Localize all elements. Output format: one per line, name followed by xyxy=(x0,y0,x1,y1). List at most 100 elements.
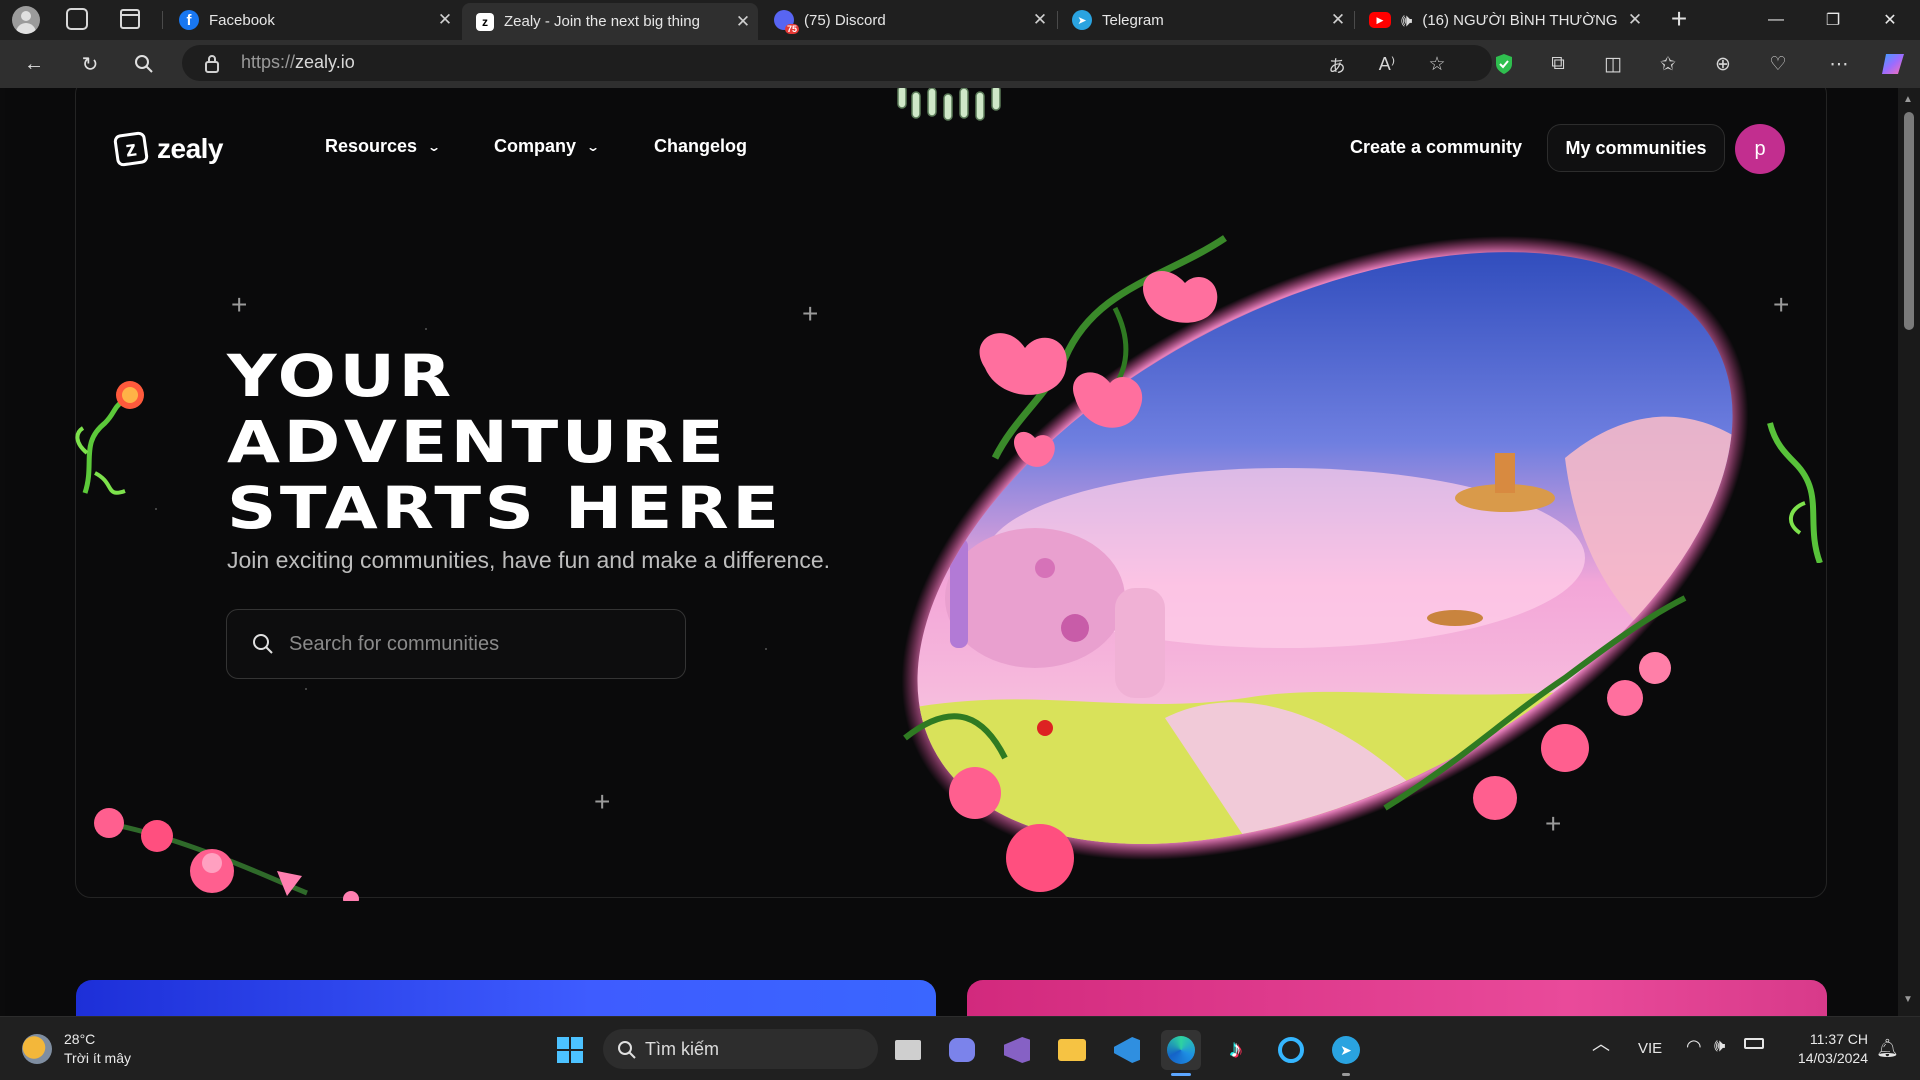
tray-chevron-icon[interactable]: ︿ xyxy=(1592,1030,1610,1056)
tab-title: Telegram xyxy=(1102,11,1164,29)
nav-changelog-label: Changelog xyxy=(654,136,747,156)
taskbar-search[interactable]: Tìm kiếm xyxy=(603,1029,878,1069)
tab-youtube[interactable]: ▶ 🕪 (16) NGƯỜI BÌNH THƯỜNG ✕ xyxy=(1355,0,1650,40)
user-avatar[interactable]: p xyxy=(1735,124,1785,174)
refresh-icon[interactable]: ↻ xyxy=(74,48,106,80)
tab-zealy[interactable]: z Zealy - Join the next big thing ✕ xyxy=(462,3,758,40)
browser-tab-bar: f Facebook ✕ z Zealy - Join the next big… xyxy=(0,0,1920,40)
tab-title: Facebook xyxy=(209,11,275,29)
windows-start-icon[interactable] xyxy=(550,1030,590,1070)
nav-changelog[interactable]: Changelog xyxy=(654,136,747,157)
hanging-leaves-decoration xyxy=(897,88,1001,121)
lock-icon[interactable] xyxy=(204,54,220,79)
close-tab-icon[interactable]: ✕ xyxy=(1620,10,1650,30)
favorite-star-icon[interactable]: ☆ xyxy=(1421,48,1453,80)
close-tab-icon[interactable]: ✕ xyxy=(1025,10,1055,30)
url-host: zealy.io xyxy=(295,52,355,72)
zealy-icon: z xyxy=(476,12,494,31)
close-tab-icon[interactable]: ✕ xyxy=(728,12,758,32)
tab-actions-icon[interactable] xyxy=(120,9,140,29)
close-tab-icon[interactable]: ✕ xyxy=(1323,10,1353,30)
chevron-down-icon: ⌄ xyxy=(427,139,442,154)
tab-facebook[interactable]: f Facebook ✕ xyxy=(165,0,460,40)
sparkle-decoration: + xyxy=(231,289,248,320)
vine-decoration-left xyxy=(75,381,144,495)
search-icon xyxy=(253,634,273,654)
scroll-down-icon[interactable]: ▼ xyxy=(1903,994,1913,1005)
wifi-icon[interactable]: ◠ xyxy=(1686,1036,1702,1057)
tab-title: (75) Discord xyxy=(804,11,886,29)
favorites-list-icon[interactable]: ✩ xyxy=(1652,48,1684,80)
chat-app-icon[interactable] xyxy=(942,1030,982,1070)
running-app-indicator xyxy=(1342,1073,1350,1076)
flowers-decoration-bottom-left xyxy=(94,808,359,901)
webpage-viewport: + + + + + z zealy Resources ⌄ Company ⌄ … xyxy=(5,88,1898,1016)
tab-telegram[interactable]: ➤ Telegram ✕ xyxy=(1058,0,1353,40)
battery-icon[interactable] xyxy=(1744,1038,1764,1049)
restore-icon[interactable]: ❐ xyxy=(1805,0,1861,40)
close-window-icon[interactable]: ✕ xyxy=(1862,0,1918,40)
file-explorer-icon[interactable] xyxy=(1052,1030,1092,1070)
collections-icon[interactable]: ⊕ xyxy=(1707,48,1739,80)
feature-card-pink[interactable] xyxy=(967,980,1827,1016)
logo-text: zealy xyxy=(157,133,224,164)
shield-extension-icon[interactable] xyxy=(1488,48,1520,80)
community-search-box[interactable] xyxy=(226,609,686,679)
weather-widget[interactable]: 28°C Trời ít mây xyxy=(22,1030,131,1068)
tiktok-icon[interactable]: ♪ xyxy=(1216,1030,1256,1070)
weather-temperature: 28°C xyxy=(64,1031,96,1047)
active-app-indicator xyxy=(1171,1073,1191,1076)
chevron-down-icon: ⌄ xyxy=(586,139,601,154)
search-input[interactable] xyxy=(289,610,669,678)
url-text[interactable]: https://zealy.io xyxy=(241,52,355,73)
notification-bell-icon[interactable]: 🔔︎ xyxy=(1876,1038,1899,1059)
audio-playing-icon[interactable]: 🕪 xyxy=(1401,10,1412,31)
youtube-icon: ▶ xyxy=(1369,12,1391,28)
edge-browser-icon[interactable] xyxy=(1161,1030,1201,1070)
input-language[interactable]: VIE xyxy=(1638,1040,1662,1057)
facebook-icon: f xyxy=(179,10,199,30)
nav-company[interactable]: Company ⌄ xyxy=(494,136,601,157)
sparkle-decoration: + xyxy=(802,298,819,329)
feature-card-blue[interactable] xyxy=(76,980,936,1016)
back-icon[interactable]: ← xyxy=(18,48,50,80)
task-view-icon[interactable] xyxy=(888,1030,928,1070)
translate-icon[interactable]: あ xyxy=(1321,48,1353,80)
vscode-icon[interactable] xyxy=(1107,1030,1147,1070)
telegram-icon: ➤ xyxy=(1072,10,1092,30)
telegram-icon[interactable]: ➤ xyxy=(1326,1030,1366,1070)
visual-studio-icon[interactable] xyxy=(997,1030,1037,1070)
notification-badge: 75 xyxy=(784,24,799,34)
nav-resources-label: Resources xyxy=(325,136,418,156)
split-screen-icon[interactable]: ◫ xyxy=(1597,48,1629,80)
extensions-icon[interactable]: ⧉ xyxy=(1542,48,1574,80)
close-tab-icon[interactable]: ✕ xyxy=(430,10,460,30)
read-aloud-icon[interactable]: A⁾ xyxy=(1371,48,1403,80)
browser-essentials-icon[interactable]: ♡ xyxy=(1762,48,1794,80)
minimize-icon[interactable]: — xyxy=(1748,0,1804,40)
copilot-icon[interactable] xyxy=(1877,48,1909,80)
url-scheme: https:// xyxy=(241,52,296,72)
nav-resources[interactable]: Resources ⌄ xyxy=(325,136,442,157)
hero-subtitle: Join exciting communities, have fun and … xyxy=(227,547,831,573)
tab-discord[interactable]: 75 (75) Discord ✕ xyxy=(760,0,1055,40)
create-community-link[interactable]: Create a community xyxy=(1350,137,1522,158)
zealy-logo[interactable]: z zealy xyxy=(112,130,224,168)
address-bar[interactable] xyxy=(182,45,1492,81)
scrollbar-thumb[interactable] xyxy=(1904,112,1914,330)
search-icon xyxy=(618,1041,636,1059)
nav-company-label: Company xyxy=(494,136,577,156)
new-tab-icon[interactable]: + xyxy=(1664,4,1694,34)
system-clock[interactable]: 11:37 CH 14/03/2024 xyxy=(1780,1030,1868,1068)
more-menu-icon[interactable]: ⋯ xyxy=(1823,48,1855,80)
cortana-icon[interactable] xyxy=(1271,1030,1311,1070)
profile-icon[interactable] xyxy=(12,6,40,34)
search-icon[interactable] xyxy=(128,48,160,80)
scroll-up-icon[interactable]: ▲ xyxy=(1903,94,1913,105)
my-communities-button[interactable]: My communities xyxy=(1547,124,1725,172)
discord-icon: 75 xyxy=(774,10,799,34)
volume-icon[interactable]: 🕪 xyxy=(1714,1035,1725,1056)
tab-title: (16) NGƯỜI BÌNH THƯỜNG xyxy=(1422,11,1618,29)
portal-illustration xyxy=(865,198,1785,898)
workspaces-icon[interactable] xyxy=(66,8,88,30)
